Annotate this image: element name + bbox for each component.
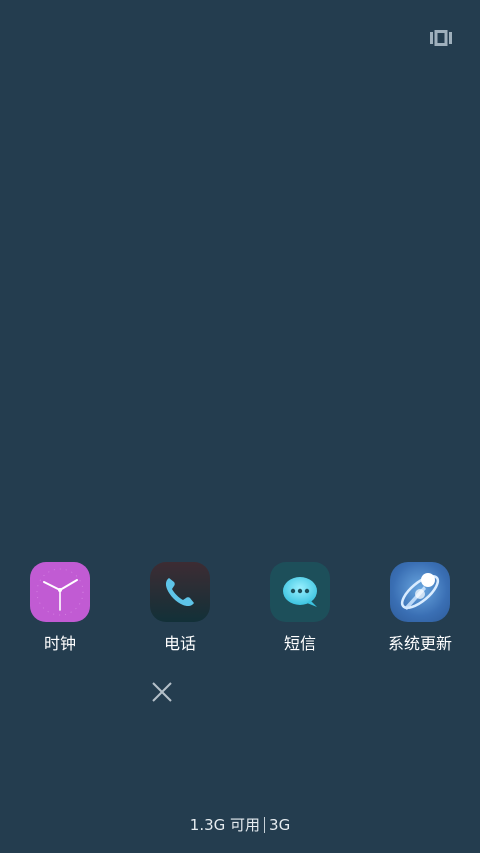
- memory-total: 3G: [269, 816, 291, 834]
- recent-cards-icon: [430, 30, 452, 46]
- app-label-phone: 电话: [163, 634, 196, 653]
- clock-icon: [30, 562, 90, 622]
- app-label-messages: 短信: [283, 634, 316, 653]
- phone-icon: [150, 562, 210, 622]
- message-icon: [270, 562, 330, 622]
- system-update-icon: [390, 562, 450, 622]
- app-label-system-update: 系统更新: [387, 634, 452, 653]
- memory-available: 1.3G 可用: [189, 816, 261, 834]
- close-icon: [152, 682, 172, 702]
- recent-apps-row: 时钟 电话 短信 系统更新: [0, 562, 480, 662]
- app-messages[interactable]: 短信: [240, 562, 360, 654]
- memory-status: 1.3G 可用 3G: [0, 815, 480, 835]
- memory-divider: [264, 817, 266, 833]
- recent-apps-screen: 时钟 电话 短信 系统更新 1.3G 可用 3G: [0, 0, 480, 853]
- app-clock[interactable]: 时钟: [0, 562, 120, 654]
- app-system-update[interactable]: 系统更新: [360, 562, 480, 654]
- recent-cards-toggle[interactable]: [428, 27, 454, 49]
- app-phone[interactable]: 电话: [120, 562, 240, 654]
- clear-all-button[interactable]: [148, 678, 176, 706]
- app-label-clock: 时钟: [43, 634, 76, 653]
